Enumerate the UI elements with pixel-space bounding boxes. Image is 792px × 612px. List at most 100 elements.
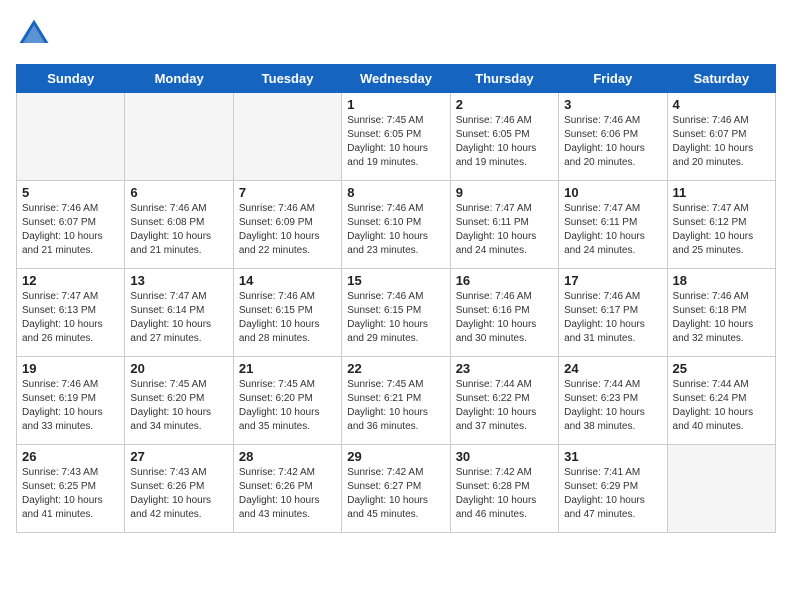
day-number: 20 [130,361,227,376]
calendar-cell: 26 Sunrise: 7:43 AMSunset: 6:25 PMDayligh… [17,445,125,533]
cell-info: Sunrise: 7:46 AMSunset: 6:17 PMDaylight:… [564,290,661,346]
calendar-cell: 21Sunrise: 7:45 AMSunset: 6:20 PMDayligh… [233,357,341,445]
cell-info: Sunrise: 7:43 AMSunset: 6:25 PMDaylight:… [22,466,119,522]
day-number: 13 [130,273,227,288]
weekday-header-sunday: Sunday [17,65,125,93]
calendar-cell: 20 Sunrise: 7:45 AMSunset: 6:20 PMDayligh… [125,357,233,445]
logo [16,16,56,52]
cell-info: Sunrise: 7:46 AMSunset: 6:10 PMDaylight:… [347,202,444,258]
calendar-cell: 29 Sunrise: 7:42 AMSunset: 6:27 PMDayligh… [342,445,450,533]
calendar-cell: 10 Sunrise: 7:47 AMSunset: 6:11 PMDayligh… [559,181,667,269]
day-number: 16 [456,273,553,288]
calendar-cell: 8 Sunrise: 7:46 AMSunset: 6:10 PMDaylight… [342,181,450,269]
cell-info: Sunrise: 7:46 AMSunset: 6:18 PMDaylight:… [673,290,770,346]
calendar-cell: 6 Sunrise: 7:46 AMSunset: 6:08 PMDaylight… [125,181,233,269]
day-number: 23 [456,361,553,376]
cell-info: Sunrise: 7:46 AMSunset: 6:07 PMDaylight:… [22,202,119,258]
cell-info: Sunrise: 7:44 AMSunset: 6:22 PMDaylight:… [456,378,553,434]
calendar-cell [125,93,233,181]
cell-info: Sunrise: 7:47 AMSunset: 6:13 PMDaylight:… [22,290,119,346]
weekday-header-friday: Friday [559,65,667,93]
day-number: 5 [22,185,119,200]
cell-info: Sunrise: 7:45 AMSunset: 6:20 PMDaylight:… [130,378,227,434]
weekday-header-tuesday: Tuesday [233,65,341,93]
weekday-header-saturday: Saturday [667,65,775,93]
day-number: 26 [22,449,119,464]
day-number: 15 [347,273,444,288]
cell-info: Sunrise: 7:42 AMSunset: 6:27 PMDaylight:… [347,466,444,522]
calendar-cell [17,93,125,181]
cell-info: Sunrise: 7:46 AMSunset: 6:15 PMDaylight:… [347,290,444,346]
calendar-cell: 14 Sunrise: 7:46 AMSunset: 6:15 PMDayligh… [233,269,341,357]
calendar-cell: 11Sunrise: 7:47 AMSunset: 6:12 PMDayligh… [667,181,775,269]
day-number: 21 [239,361,336,376]
cell-info: Sunrise: 7:46 AMSunset: 6:08 PMDaylight:… [130,202,227,258]
weekday-header-wednesday: Wednesday [342,65,450,93]
calendar-cell: 1Sunrise: 7:45 AMSunset: 6:05 PMDaylight… [342,93,450,181]
day-number: 18 [673,273,770,288]
calendar-cell: 22Sunrise: 7:45 AMSunset: 6:21 PMDayligh… [342,357,450,445]
calendar-cell: 28 Sunrise: 7:42 AMSunset: 6:26 PMDayligh… [233,445,341,533]
calendar-cell: 13 Sunrise: 7:47 AMSunset: 6:14 PMDayligh… [125,269,233,357]
calendar-cell [667,445,775,533]
day-number: 29 [347,449,444,464]
calendar-table: SundayMondayTuesdayWednesdayThursdayFrid… [16,64,776,533]
cell-info: Sunrise: 7:46 AMSunset: 6:19 PMDaylight:… [22,378,119,434]
calendar-cell: 7Sunrise: 7:46 AMSunset: 6:09 PMDaylight… [233,181,341,269]
cell-info: Sunrise: 7:46 AMSunset: 6:06 PMDaylight:… [564,114,661,170]
cell-info: Sunrise: 7:47 AMSunset: 6:11 PMDaylight:… [564,202,661,258]
day-number: 3 [564,97,661,112]
calendar-cell: 30Sunrise: 7:42 AMSunset: 6:28 PMDayligh… [450,445,558,533]
cell-info: Sunrise: 7:46 AMSunset: 6:05 PMDaylight:… [456,114,553,170]
page-header [16,16,776,52]
weekday-header-thursday: Thursday [450,65,558,93]
cell-info: Sunrise: 7:42 AMSunset: 6:28 PMDaylight:… [456,466,553,522]
calendar-cell: 23 Sunrise: 7:44 AMSunset: 6:22 PMDayligh… [450,357,558,445]
calendar-cell: 2Sunrise: 7:46 AMSunset: 6:05 PMDaylight… [450,93,558,181]
calendar-cell [233,93,341,181]
week-row-2: 5 Sunrise: 7:46 AMSunset: 6:07 PMDaylight… [17,181,776,269]
weekday-header-monday: Monday [125,65,233,93]
day-number: 19 [22,361,119,376]
calendar-cell: 9Sunrise: 7:47 AMSunset: 6:11 PMDaylight… [450,181,558,269]
calendar-cell: 24 Sunrise: 7:44 AMSunset: 6:23 PMDayligh… [559,357,667,445]
calendar-cell: 27Sunrise: 7:43 AMSunset: 6:26 PMDayligh… [125,445,233,533]
day-number: 17 [564,273,661,288]
calendar-cell: 25 Sunrise: 7:44 AMSunset: 6:24 PMDayligh… [667,357,775,445]
logo-icon [16,16,52,52]
cell-info: Sunrise: 7:47 AMSunset: 6:14 PMDaylight:… [130,290,227,346]
cell-info: Sunrise: 7:44 AMSunset: 6:23 PMDaylight:… [564,378,661,434]
cell-info: Sunrise: 7:46 AMSunset: 6:15 PMDaylight:… [239,290,336,346]
cell-info: Sunrise: 7:46 AMSunset: 6:07 PMDaylight:… [673,114,770,170]
day-number: 6 [130,185,227,200]
calendar-cell: 4 Sunrise: 7:46 AMSunset: 6:07 PMDaylight… [667,93,775,181]
week-row-5: 26 Sunrise: 7:43 AMSunset: 6:25 PMDayligh… [17,445,776,533]
day-number: 8 [347,185,444,200]
cell-info: Sunrise: 7:41 AMSunset: 6:29 PMDaylight:… [564,466,661,522]
week-row-3: 12 Sunrise: 7:47 AMSunset: 6:13 PMDayligh… [17,269,776,357]
day-number: 27 [130,449,227,464]
calendar-cell: 18 Sunrise: 7:46 AMSunset: 6:18 PMDayligh… [667,269,775,357]
day-number: 22 [347,361,444,376]
cell-info: Sunrise: 7:46 AMSunset: 6:16 PMDaylight:… [456,290,553,346]
day-number: 1 [347,97,444,112]
day-number: 11 [673,185,770,200]
calendar-cell: 31Sunrise: 7:41 AMSunset: 6:29 PMDayligh… [559,445,667,533]
cell-info: Sunrise: 7:42 AMSunset: 6:26 PMDaylight:… [239,466,336,522]
day-number: 14 [239,273,336,288]
calendar-cell: 17 Sunrise: 7:46 AMSunset: 6:17 PMDayligh… [559,269,667,357]
day-number: 25 [673,361,770,376]
day-number: 10 [564,185,661,200]
day-number: 24 [564,361,661,376]
calendar-cell: 19 Sunrise: 7:46 AMSunset: 6:19 PMDayligh… [17,357,125,445]
day-number: 28 [239,449,336,464]
cell-info: Sunrise: 7:47 AMSunset: 6:11 PMDaylight:… [456,202,553,258]
weekday-header-row: SundayMondayTuesdayWednesdayThursdayFrid… [17,65,776,93]
day-number: 12 [22,273,119,288]
cell-info: Sunrise: 7:44 AMSunset: 6:24 PMDaylight:… [673,378,770,434]
calendar-cell: 12 Sunrise: 7:47 AMSunset: 6:13 PMDayligh… [17,269,125,357]
calendar-cell: 15 Sunrise: 7:46 AMSunset: 6:15 PMDayligh… [342,269,450,357]
calendar-cell: 3 Sunrise: 7:46 AMSunset: 6:06 PMDaylight… [559,93,667,181]
day-number: 4 [673,97,770,112]
cell-info: Sunrise: 7:46 AMSunset: 6:09 PMDaylight:… [239,202,336,258]
